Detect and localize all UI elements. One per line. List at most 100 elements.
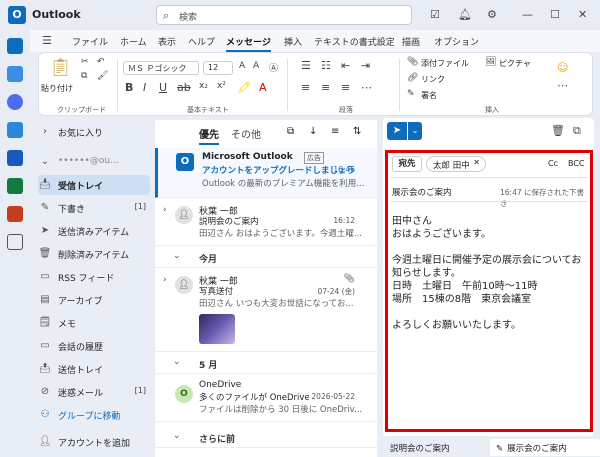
remove-recipient-icon[interactable]: ✕ bbox=[473, 158, 480, 167]
sort-icon[interactable]: ⇅ bbox=[353, 126, 361, 137]
picture-icon[interactable]: 🖼︎ bbox=[485, 57, 496, 67]
sidebar-item-rss[interactable]: ▭ RSS フィード bbox=[38, 267, 150, 287]
paragraph-more-icon[interactable]: ⋯ bbox=[361, 81, 372, 94]
font-size-select[interactable]: 12 bbox=[203, 61, 233, 75]
superscript-icon[interactable]: x² bbox=[217, 81, 226, 91]
sidebar-item-drafts[interactable]: ✎ 下書き [1] bbox=[38, 198, 150, 218]
apps-icon[interactable] bbox=[7, 234, 23, 250]
emoji-icon[interactable]: ☺ bbox=[557, 61, 568, 74]
account-header[interactable]: ⌄ ••••••@ou... bbox=[38, 152, 150, 172]
group-move-link[interactable]: ⚇ グループに移動 bbox=[38, 405, 150, 425]
tab-home[interactable]: ホーム bbox=[120, 35, 147, 48]
close-icon[interactable]: ✕ bbox=[578, 8, 587, 21]
todo-icon[interactable]: ☑ bbox=[430, 8, 440, 21]
minimize-icon[interactable]: — bbox=[522, 8, 533, 21]
increase-indent-icon[interactable]: ⇥ bbox=[361, 59, 370, 72]
list-item[interactable]: › 👤︎ 秋葉 一郎 📎︎ 写真送付 07-24 (金) 田辺さん いつも大変お… bbox=[155, 270, 377, 352]
link-button[interactable]: リンク bbox=[421, 74, 445, 85]
highlight-icon[interactable]: 🖍︎ bbox=[237, 81, 251, 94]
search-input[interactable]: ⌕ 検索 bbox=[156, 5, 412, 25]
subject-field[interactable]: 展示会のご案内 bbox=[392, 186, 452, 198]
signature-button[interactable]: 署名 bbox=[421, 90, 437, 101]
group-header-may[interactable]: ⌄ 5 月 bbox=[155, 354, 377, 374]
tab-help[interactable]: ヘルプ bbox=[188, 35, 215, 48]
excel-icon[interactable] bbox=[7, 178, 23, 194]
powerpoint-icon[interactable] bbox=[7, 206, 23, 222]
format-painter-icon[interactable]: 🖌︎ bbox=[97, 71, 108, 81]
send-options-icon[interactable]: ⌄ bbox=[408, 122, 422, 140]
sidebar-item-notes[interactable]: 🗒︎ メモ bbox=[38, 313, 150, 333]
favorites-header[interactable]: › お気に入り bbox=[38, 122, 150, 142]
signature-icon[interactable]: ✎ bbox=[407, 89, 415, 99]
popout-icon[interactable]: ⧉ bbox=[573, 124, 581, 138]
font-color-icon[interactable]: A bbox=[259, 81, 267, 94]
tab-text-format[interactable]: テキストの書式設定 bbox=[314, 35, 395, 48]
shrink-font-icon[interactable]: A bbox=[253, 61, 259, 71]
tab-draft-2[interactable]: ✎ 展示会のご案内 bbox=[490, 439, 600, 456]
align-right-icon[interactable]: ≡ bbox=[341, 81, 350, 94]
filter-icon[interactable]: ≡ bbox=[331, 126, 339, 137]
sidebar-item-inbox[interactable]: 📥︎ 受信トレイ bbox=[38, 175, 150, 195]
sidebar-item-junk[interactable]: ⊘ 迷惑メール [1] bbox=[38, 382, 150, 402]
list-item[interactable]: O OneDrive 多くのファイルが OneDrive... 2026-05-… bbox=[155, 376, 377, 422]
discard-icon[interactable]: 🗑︎ bbox=[551, 124, 565, 137]
maximize-icon[interactable]: ☐ bbox=[550, 8, 560, 21]
bcc-button[interactable]: BCC bbox=[568, 159, 585, 168]
attach-file-button[interactable]: 添付ファイル bbox=[421, 58, 469, 69]
copy-icon[interactable]: ⧉ bbox=[81, 71, 87, 81]
message-body[interactable]: 田中さん おはようございます。 今週土曜日に開催予定の展示会についてお知らせしま… bbox=[392, 215, 588, 332]
word-icon[interactable] bbox=[7, 150, 23, 166]
mail-icon[interactable] bbox=[7, 38, 23, 54]
decrease-indent-icon[interactable]: ⇤ bbox=[341, 59, 350, 72]
undo-icon[interactable]: ↶ bbox=[97, 57, 105, 67]
sidebar-item-deleted[interactable]: 🗑︎ 削除済みアイテム bbox=[38, 244, 150, 264]
cut-icon[interactable]: ✂ bbox=[81, 57, 89, 67]
group-header-older[interactable]: ⌄ さらに前 bbox=[155, 428, 377, 448]
tab-message[interactable]: メッセージ bbox=[226, 35, 271, 52]
sidebar-item-outbox[interactable]: 📤︎ 送信トレイ bbox=[38, 359, 150, 379]
paperclip-icon[interactable]: 📎︎ bbox=[407, 57, 418, 67]
hamburger-menu-icon[interactable]: ☰ bbox=[42, 34, 52, 47]
paste-button[interactable]: 貼り付け bbox=[41, 83, 73, 94]
tab-file[interactable]: ファイル bbox=[72, 35, 108, 48]
bold-icon[interactable]: B bbox=[125, 81, 133, 94]
sidebar-item-conversation-history[interactable]: ▭ 会話の履歴 bbox=[38, 336, 150, 356]
more-icon[interactable]: ⋯ bbox=[557, 79, 568, 92]
bullets-icon[interactable]: ☰ bbox=[301, 59, 311, 72]
font-name-select[interactable]: ＭＳ Ｐゴシック bbox=[123, 61, 199, 75]
recipient-chip[interactable]: 太郎 田中 ✕ bbox=[426, 156, 486, 172]
photo-thumbnail[interactable] bbox=[199, 314, 235, 344]
tab-view[interactable]: 表示 bbox=[158, 35, 176, 48]
paste-icon[interactable]: 📋︎ bbox=[49, 57, 72, 78]
strikethrough-icon[interactable]: ab bbox=[177, 81, 191, 94]
add-account-button[interactable]: 👤︎ アカウントを追加 bbox=[38, 432, 150, 452]
clear-format-icon[interactable]: Ⓐ bbox=[269, 61, 278, 74]
tab-other[interactable]: その他 bbox=[231, 126, 261, 141]
italic-icon[interactable]: I bbox=[143, 81, 146, 94]
link-icon[interactable]: 🔗︎ bbox=[407, 73, 418, 83]
tab-focused[interactable]: 優先 bbox=[199, 126, 219, 145]
tab-draw[interactable]: 描画 bbox=[402, 35, 420, 48]
bell-icon[interactable]: 🔔︎ bbox=[458, 8, 472, 21]
sidebar-item-archive[interactable]: ▤ アーカイブ bbox=[38, 290, 150, 310]
todo-check-icon[interactable] bbox=[7, 122, 23, 138]
align-center-icon[interactable]: ≡ bbox=[321, 81, 330, 94]
calendar-icon[interactable] bbox=[7, 66, 23, 82]
tab-draft-1[interactable]: 説明会のご案内 bbox=[384, 439, 456, 456]
underline-icon[interactable]: U bbox=[159, 81, 167, 94]
grow-font-icon[interactable]: A bbox=[239, 61, 245, 71]
send-button[interactable]: ➤ bbox=[387, 122, 407, 140]
picture-button[interactable]: ピクチャ bbox=[499, 58, 531, 69]
align-left-icon[interactable]: ≡ bbox=[301, 81, 310, 94]
tab-options[interactable]: オプション bbox=[434, 35, 479, 48]
select-icon[interactable]: ⧉ bbox=[287, 126, 294, 137]
to-button[interactable]: 宛先 bbox=[392, 156, 422, 172]
subscript-icon[interactable]: x₂ bbox=[199, 81, 208, 91]
gear-icon[interactable]: ⚙ bbox=[487, 8, 497, 21]
list-item[interactable]: O Microsoft Outlook 広告 アカウントをアップグレードしましょ… bbox=[155, 148, 377, 198]
people-icon[interactable] bbox=[7, 94, 23, 110]
cc-button[interactable]: Cc bbox=[548, 159, 558, 168]
group-header-this-month[interactable]: ⌄ 今月 bbox=[155, 248, 377, 268]
sidebar-item-sent[interactable]: ➤ 送信済みアイテム bbox=[38, 221, 150, 241]
list-item[interactable]: › 👤︎ 秋葉 一郎 説明会のご案内 16:12 田辺さん おはようございます。… bbox=[155, 200, 377, 246]
